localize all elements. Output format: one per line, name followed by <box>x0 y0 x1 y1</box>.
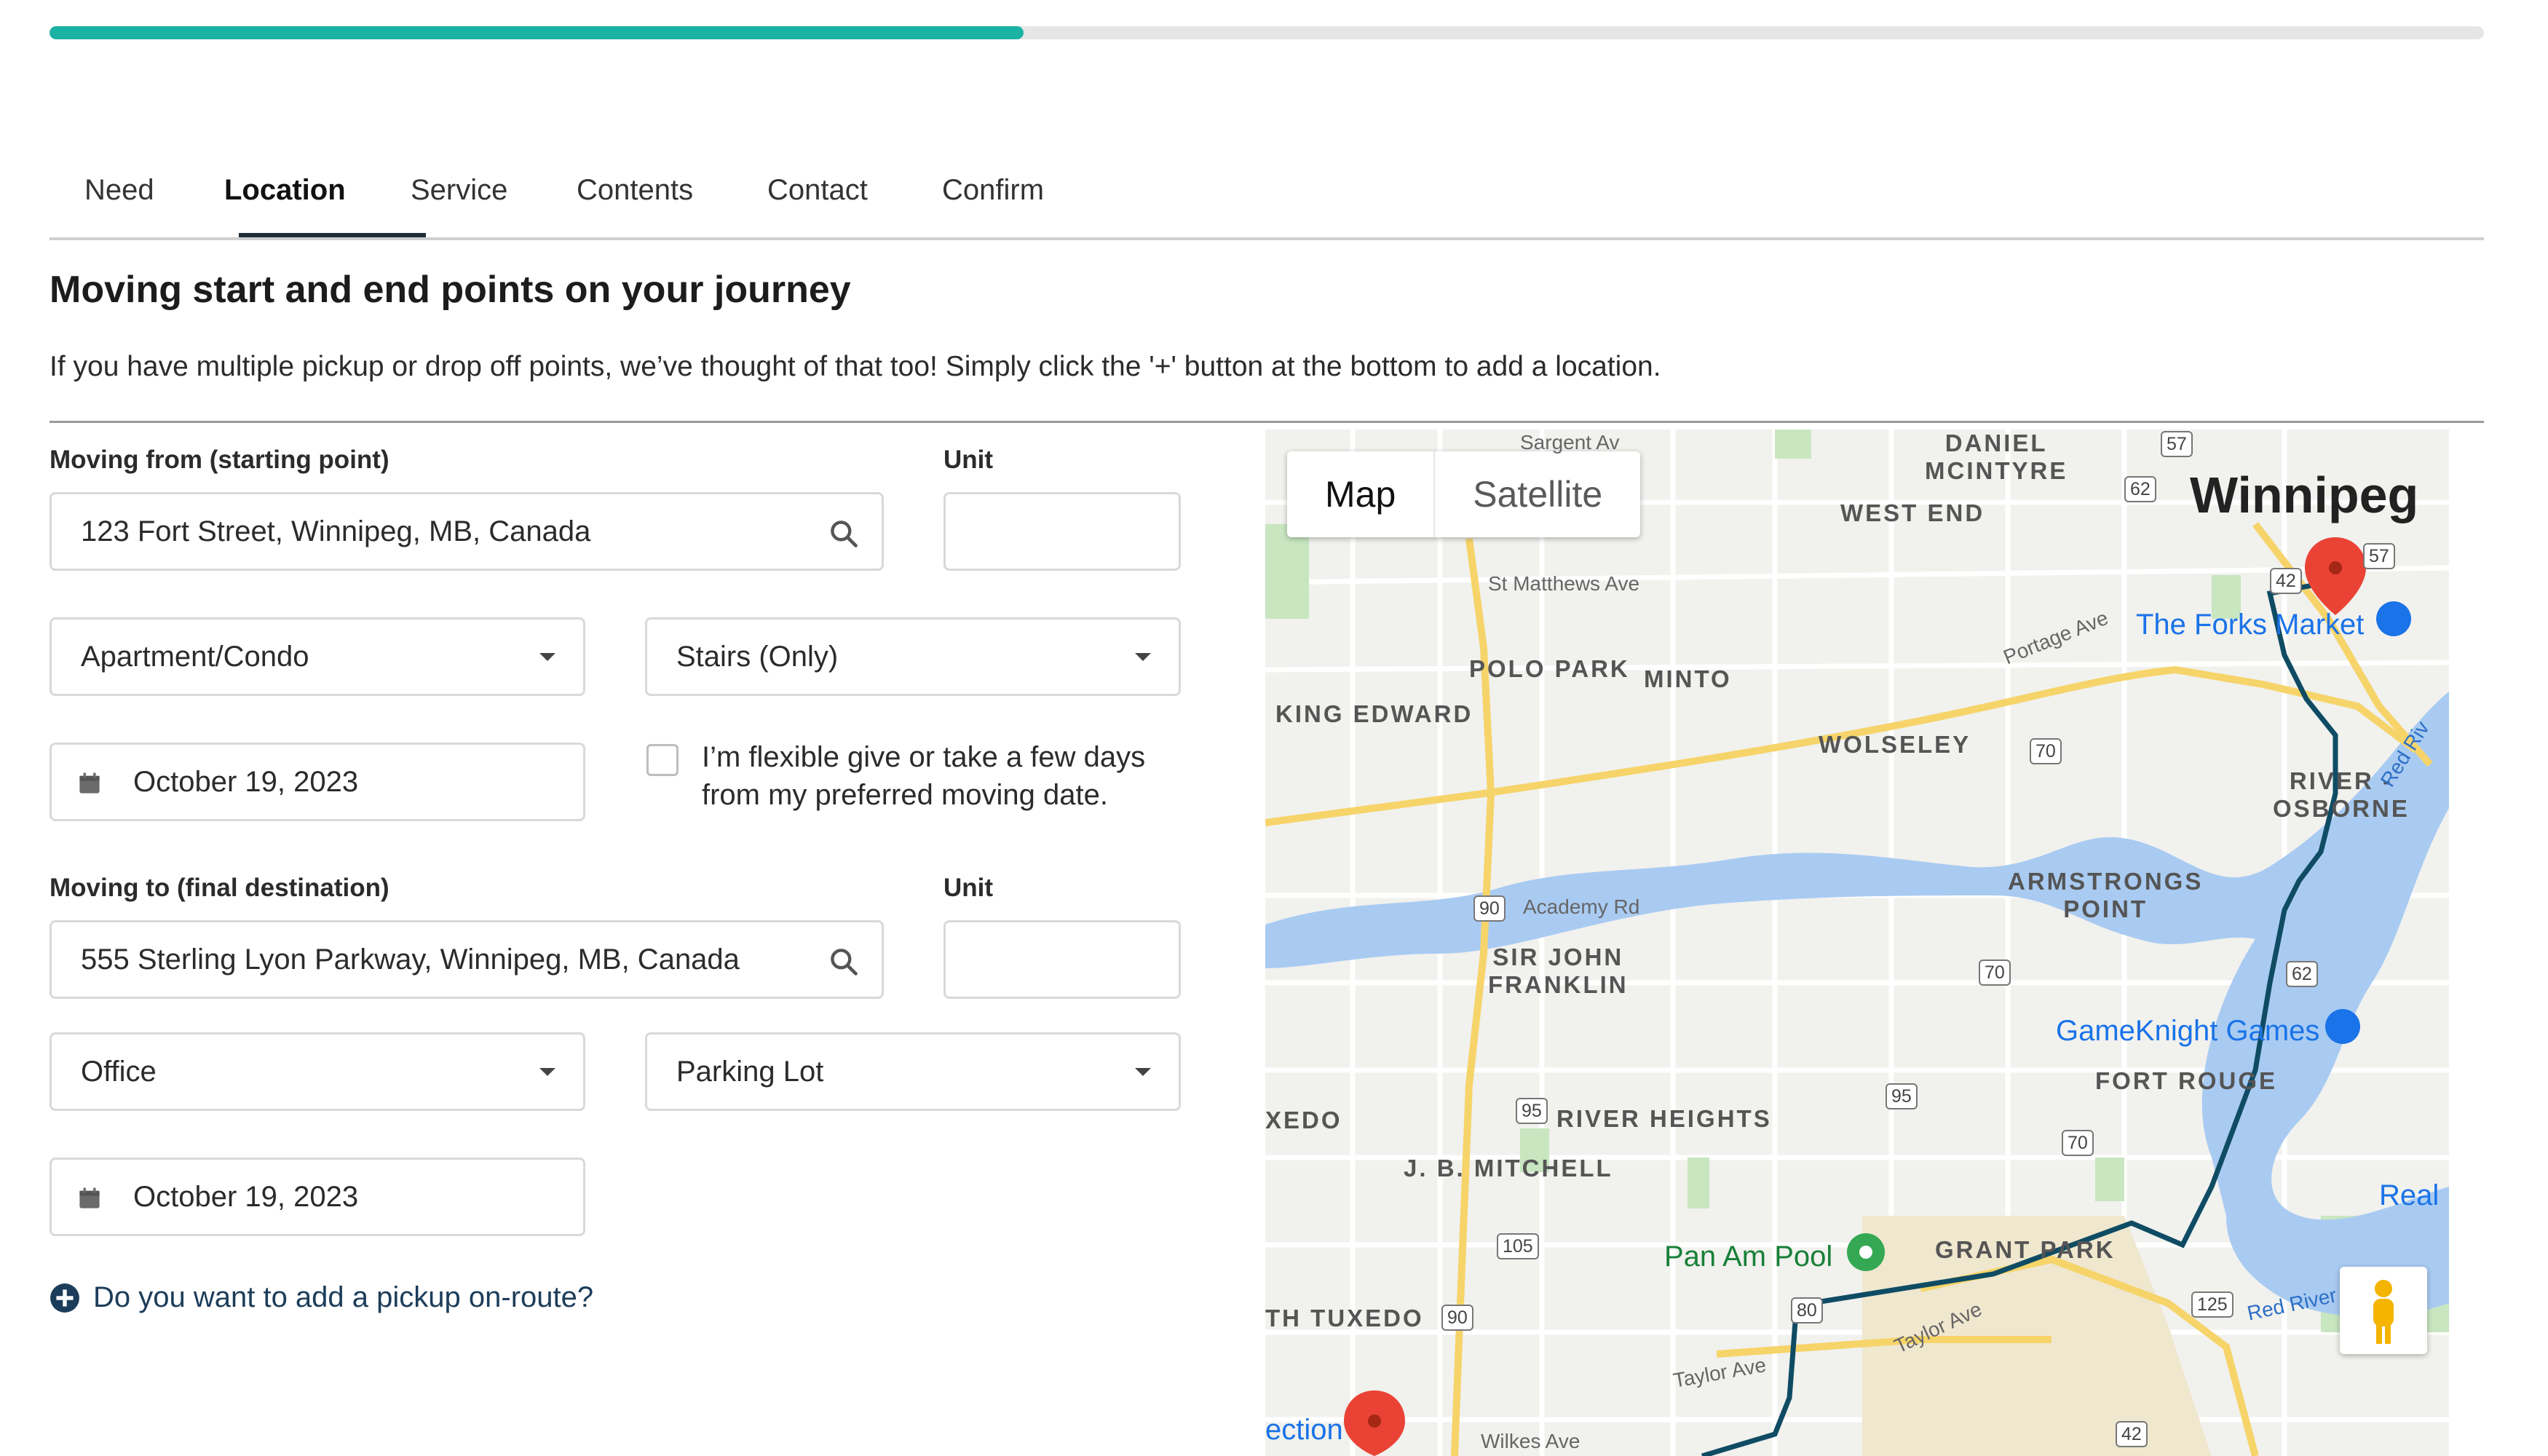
map-type-toggle: Map Satellite <box>1287 451 1641 537</box>
street-view-button[interactable] <box>2340 1267 2427 1354</box>
highway-shield: 125 <box>2191 1291 2234 1318</box>
step-tabs: Need Location Service Contents Contact C… <box>50 165 2484 240</box>
add-pickup-link[interactable]: Do you want to add a pickup on-route? <box>50 1281 593 1314</box>
calendar-icon <box>79 772 100 794</box>
highway-shield: 70 <box>1979 960 2011 986</box>
calendar-icon <box>79 1187 100 1208</box>
page-subtitle: If you have multiple pickup or drop off … <box>50 351 1661 382</box>
map-area-label: DANIEL MCINTYRE <box>1925 430 2068 484</box>
from-date-value: October 19, 2023 <box>133 766 359 798</box>
highway-shield: 42 <box>2270 568 2302 594</box>
highway-shield: 70 <box>2062 1130 2094 1156</box>
plus-circle-icon <box>50 1283 79 1313</box>
map-area-label: SIR JOHN FRANKLIN <box>1488 943 1629 998</box>
to-unit-input[interactable] <box>943 920 1181 999</box>
highway-shield: 95 <box>1886 1083 1918 1109</box>
map-street-label: Academy Rd <box>1523 895 1640 918</box>
highway-shield: 105 <box>1497 1233 1539 1259</box>
map-street-label: Sargent Av <box>1520 431 1620 454</box>
progress-bar-fill <box>50 26 1024 39</box>
map-area-label: FORT ROUGE <box>2095 1067 2277 1094</box>
map-area-label: POLO PARK <box>1469 655 1630 682</box>
to-property-type-select[interactable]: Office <box>50 1032 585 1111</box>
map-poi-label[interactable]: Real <box>2379 1179 2439 1212</box>
map-area-label: ARMSTRONGS POINT <box>2008 868 2204 922</box>
map-area-label: XEDO <box>1265 1107 1342 1133</box>
map-area-label: KING EDWARD <box>1275 700 1473 727</box>
to-date-input[interactable]: October 19, 2023 <box>50 1158 585 1236</box>
from-property-type-value: Apartment/Condo <box>81 641 309 673</box>
chevron-down-icon <box>539 653 555 661</box>
progress-bar <box>50 26 2484 39</box>
from-date-input[interactable]: October 19, 2023 <box>50 743 585 821</box>
highway-shield: 57 <box>2363 543 2395 569</box>
map-poi-label[interactable]: ection <box>1265 1414 1343 1447</box>
map-city-label: Winnipeg <box>2190 467 2419 523</box>
map-area-label: WOLSELEY <box>1819 731 1971 758</box>
from-unit-label: Unit <box>943 446 994 474</box>
tab-contact[interactable]: Contact <box>767 165 868 237</box>
highway-shield: 42 <box>2116 1421 2148 1447</box>
map-poi-label[interactable]: The Forks Market <box>2136 609 2364 641</box>
flexible-date-label: I’m flexible give or take a few days fro… <box>702 741 1146 811</box>
map-poi-label[interactable]: GameKnight Games <box>2056 1015 2319 1048</box>
to-access-select[interactable]: Parking Lot <box>645 1032 1181 1111</box>
map-area-label: RIVER HEIGHTS <box>1556 1105 1772 1132</box>
tab-contents[interactable]: Contents <box>577 165 693 237</box>
map-street-label: St Matthews Ave <box>1488 572 1640 595</box>
highway-shield: 90 <box>1441 1305 1473 1331</box>
map-area-label: MINTO <box>1644 665 1732 692</box>
to-date-value: October 19, 2023 <box>133 1181 359 1213</box>
route-map[interactable]: Map Satellite Winnipeg DANIEL MCINTYRE W… <box>1265 430 2449 1456</box>
to-address-input[interactable]: 555 Sterling Lyon Parkway, Winnipeg, MB,… <box>50 920 884 999</box>
to-label: Moving to (final destination) <box>50 874 389 902</box>
from-unit-input[interactable] <box>943 492 1181 571</box>
from-access-value: Stairs (Only) <box>676 641 839 673</box>
from-address-value: 123 Fort Street, Winnipeg, MB, Canada <box>81 515 591 547</box>
map-type-satellite-button[interactable]: Satellite <box>1433 451 1640 537</box>
page-title: Moving start and end points on your jour… <box>50 269 851 311</box>
flexible-date-checkbox[interactable] <box>646 744 678 776</box>
highway-shield: 62 <box>2286 961 2318 987</box>
to-property-type-value: Office <box>81 1056 157 1088</box>
tab-need[interactable]: Need <box>84 165 154 237</box>
chevron-down-icon <box>539 1068 555 1076</box>
tab-confirm[interactable]: Confirm <box>942 165 1044 237</box>
active-tab-indicator <box>239 233 426 237</box>
section-divider <box>50 421 2484 423</box>
highway-shield: 70 <box>2030 738 2062 764</box>
highway-shield: 90 <box>1473 895 1506 922</box>
chevron-down-icon <box>1135 653 1151 661</box>
search-icon[interactable] <box>828 518 860 550</box>
tab-service[interactable]: Service <box>411 165 507 237</box>
map-poi-label[interactable]: Pan Am Pool <box>1664 1241 1832 1273</box>
to-unit-label: Unit <box>943 874 994 902</box>
from-access-select[interactable]: Stairs (Only) <box>645 617 1181 696</box>
highway-shield: 57 <box>2161 431 2193 457</box>
add-pickup-label: Do you want to add a pickup on-route? <box>93 1281 594 1313</box>
highway-shield: 80 <box>1791 1297 1823 1324</box>
pegman-icon <box>2373 1280 2394 1344</box>
highway-shield: 62 <box>2124 476 2156 502</box>
from-label: Moving from (starting point) <box>50 446 389 474</box>
to-address-value: 555 Sterling Lyon Parkway, Winnipeg, MB,… <box>81 943 740 976</box>
tab-location[interactable]: Location <box>224 165 346 237</box>
map-area-label: GRANT PARK <box>1935 1236 2116 1263</box>
map-area-label: WEST END <box>1840 499 1985 526</box>
search-icon[interactable] <box>828 946 860 978</box>
map-area-label: TH TUXEDO <box>1265 1305 1424 1332</box>
highway-shield: 95 <box>1516 1098 1548 1124</box>
to-access-value: Parking Lot <box>676 1056 824 1088</box>
map-street-label: Wilkes Ave <box>1481 1430 1580 1452</box>
map-type-map-button[interactable]: Map <box>1287 451 1433 537</box>
from-address-input[interactable]: 123 Fort Street, Winnipeg, MB, Canada <box>50 492 884 571</box>
from-property-type-select[interactable]: Apartment/Condo <box>50 617 585 696</box>
map-area-label: J. B. MITCHELL <box>1404 1155 1613 1182</box>
chevron-down-icon <box>1135 1068 1151 1076</box>
